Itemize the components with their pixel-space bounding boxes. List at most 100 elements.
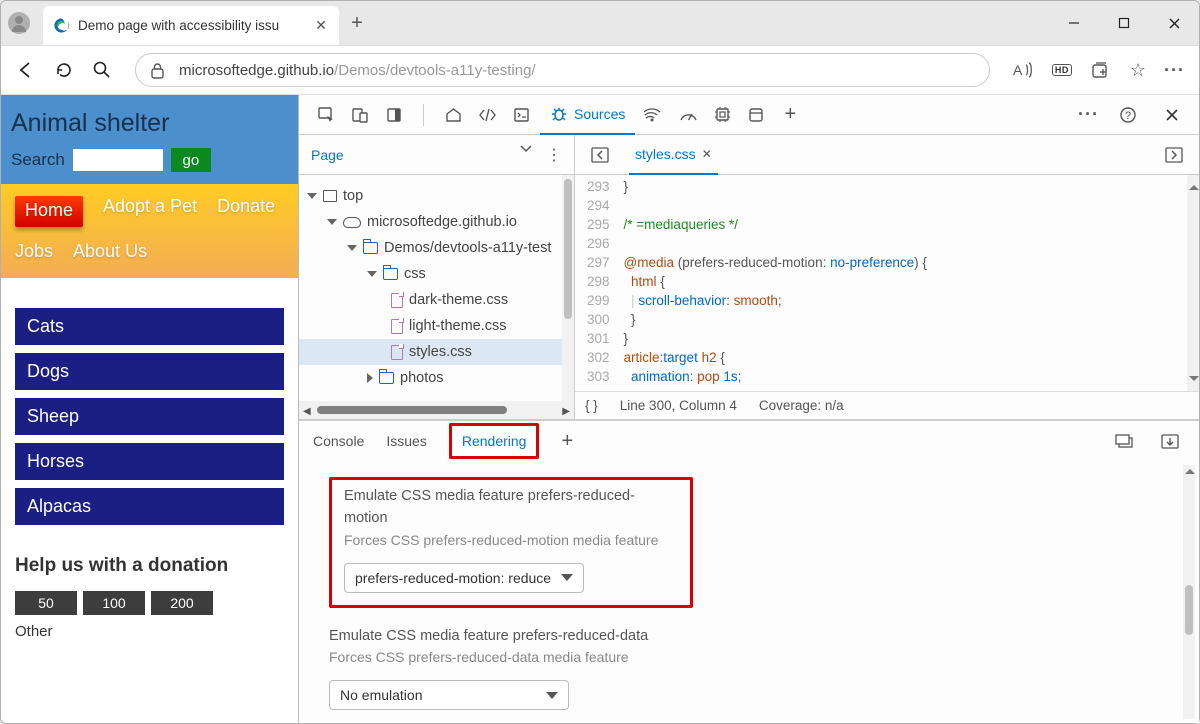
- status-braces[interactable]: { }: [585, 398, 598, 413]
- application-tab[interactable]: [741, 100, 771, 130]
- url-host: microsoftedge.github.io: [179, 62, 334, 79]
- chevron-down-icon: [561, 574, 573, 581]
- navigate-back-button[interactable]: [585, 140, 615, 170]
- edge-favicon: [53, 17, 70, 34]
- page-title: Animal shelter: [11, 109, 288, 138]
- device-toggle[interactable]: [345, 100, 375, 130]
- elements-tab[interactable]: [472, 100, 502, 130]
- tree-host[interactable]: microsoftedge.github.io: [299, 209, 574, 235]
- collections-button[interactable]: [1090, 59, 1112, 81]
- dock-button[interactable]: [379, 100, 409, 130]
- webpage-pane: Animal shelter Search go Home Adopt a Pe…: [1, 95, 299, 723]
- nav-home[interactable]: Home: [15, 196, 83, 227]
- emulate-prd-title: Emulate CSS media feature prefers-reduce…: [329, 626, 1179, 648]
- code-lines[interactable]: } /* =mediaqueries */ @media (prefers-re…: [620, 175, 931, 391]
- file-tab-styles[interactable]: styles.css ✕: [629, 135, 718, 175]
- drawer-tab-console[interactable]: Console: [313, 421, 364, 461]
- tree-file-dark[interactable]: dark-theme.css: [299, 287, 574, 313]
- tree-scrollbar-v[interactable]: [562, 175, 574, 401]
- emulate-prd-section: Emulate CSS media feature prefers-reduce…: [329, 626, 1179, 711]
- code-scrollbar-v[interactable]: [1187, 175, 1199, 391]
- emulate-prm-title: Emulate CSS media feature prefers-reduce…: [344, 486, 678, 530]
- drawer-expand-button[interactable]: [1109, 426, 1139, 456]
- status-coverage: Coverage: n/a: [759, 398, 844, 413]
- close-file-icon[interactable]: ✕: [702, 147, 712, 161]
- tree-photos[interactable]: photos: [299, 365, 574, 391]
- status-line-col: Line 300, Column 4: [620, 398, 737, 413]
- refresh-button[interactable]: [53, 59, 75, 81]
- tree-path[interactable]: Demos/devtools-a11y-test: [299, 235, 574, 261]
- drawer-scrollbar-v[interactable]: [1183, 465, 1195, 719]
- maximize-button[interactable]: [1099, 1, 1149, 45]
- show-navigator-button[interactable]: [1159, 140, 1189, 170]
- tree-scrollbar-h[interactable]: ◀▶: [299, 401, 574, 419]
- search-button[interactable]: [91, 59, 113, 81]
- browser-tab[interactable]: Demo page with accessibility issu ✕: [43, 6, 339, 45]
- tree-file-light[interactable]: light-theme.css: [299, 313, 574, 339]
- emulate-prd-select[interactable]: No emulation: [329, 680, 569, 710]
- code-editor[interactable]: 293294 295296 297298 299300 301302 303 }…: [575, 175, 1199, 419]
- svg-text:A: A: [1013, 62, 1023, 78]
- category-sheep[interactable]: Sheep: [15, 398, 284, 435]
- category-dogs[interactable]: Dogs: [15, 353, 284, 390]
- devtools-more-button[interactable]: ···: [1078, 104, 1099, 125]
- go-button[interactable]: go: [171, 148, 211, 172]
- close-window-button[interactable]: [1149, 1, 1199, 45]
- welcome-tab[interactable]: [438, 100, 468, 130]
- address-bar: microsoftedge.github.io/Demos/devtools-a…: [1, 45, 1199, 95]
- inspect-button[interactable]: [311, 100, 341, 130]
- donation-title: Help us with a donation: [15, 555, 284, 577]
- close-tab-icon[interactable]: ✕: [313, 18, 329, 34]
- category-horses[interactable]: Horses: [15, 443, 284, 480]
- drawer-add-tab[interactable]: +: [561, 430, 573, 453]
- nav-jobs[interactable]: Jobs: [15, 241, 53, 262]
- devtools-pane: Sources + ··· ? Page: [299, 95, 1199, 723]
- nav-donate[interactable]: Donate: [217, 196, 275, 227]
- drawer-dock-button[interactable]: [1155, 426, 1185, 456]
- profile-button[interactable]: [1, 1, 37, 45]
- drawer-tab-rendering[interactable]: Rendering: [449, 423, 540, 459]
- read-aloud-button[interactable]: A: [1012, 59, 1034, 81]
- emulate-prm-select[interactable]: prefers-reduced-motion: reduce: [344, 563, 584, 593]
- title-bar: Demo page with accessibility issu ✕ +: [1, 1, 1199, 45]
- page-navigator-tab[interactable]: Page: [311, 147, 344, 163]
- performance-tab[interactable]: [673, 100, 703, 130]
- sources-tab[interactable]: Sources: [540, 95, 635, 135]
- donate-50[interactable]: 50: [15, 591, 77, 615]
- category-cats[interactable]: Cats: [15, 308, 284, 345]
- new-tab-button[interactable]: +: [339, 1, 375, 45]
- url-field[interactable]: microsoftedge.github.io/Demos/devtools-a…: [135, 53, 990, 87]
- emulate-prd-sub: Forces CSS prefers-reduced-data media fe…: [329, 647, 1179, 668]
- network-tab[interactable]: [639, 100, 669, 130]
- line-gutter: 293294 295296 297298 299300 301302 303: [575, 175, 620, 391]
- more-vertical-icon[interactable]: ⋮: [546, 145, 562, 165]
- back-button[interactable]: [15, 59, 37, 81]
- more-button[interactable]: ···: [1164, 60, 1185, 81]
- help-button[interactable]: ?: [1113, 100, 1143, 130]
- memory-tab[interactable]: [707, 100, 737, 130]
- add-panel-button[interactable]: +: [775, 100, 805, 130]
- chevron-down-icon[interactable]: [520, 145, 532, 165]
- favorite-button[interactable]: ☆: [1130, 60, 1146, 81]
- hd-icon[interactable]: HD: [1052, 64, 1072, 76]
- nav-about[interactable]: About Us: [73, 241, 147, 262]
- tab-title: Demo page with accessibility issu: [78, 18, 305, 33]
- drawer-tab-issues[interactable]: Issues: [386, 421, 426, 461]
- emulate-prm-sub: Forces CSS prefers-reduced-motion media …: [344, 530, 678, 551]
- nav-adopt[interactable]: Adopt a Pet: [103, 196, 197, 227]
- donate-100[interactable]: 100: [83, 591, 145, 615]
- emulate-prm-section: Emulate CSS media feature prefers-reduce…: [329, 477, 693, 608]
- category-alpacas[interactable]: Alpacas: [15, 488, 284, 525]
- search-label: Search: [11, 150, 65, 170]
- donate-200[interactable]: 200: [151, 591, 213, 615]
- chevron-down-icon: [546, 692, 558, 699]
- search-input[interactable]: [73, 149, 163, 171]
- devtools-close-button[interactable]: [1157, 100, 1187, 130]
- svg-text:?: ?: [1125, 110, 1131, 122]
- tree-top[interactable]: top: [299, 183, 574, 209]
- minimize-button[interactable]: [1049, 1, 1099, 45]
- console-tab[interactable]: [506, 100, 536, 130]
- tree-file-styles[interactable]: styles.css: [299, 339, 574, 365]
- tree-css-folder[interactable]: css: [299, 261, 574, 287]
- url-path: /Demos/devtools-a11y-testing/: [334, 62, 535, 79]
